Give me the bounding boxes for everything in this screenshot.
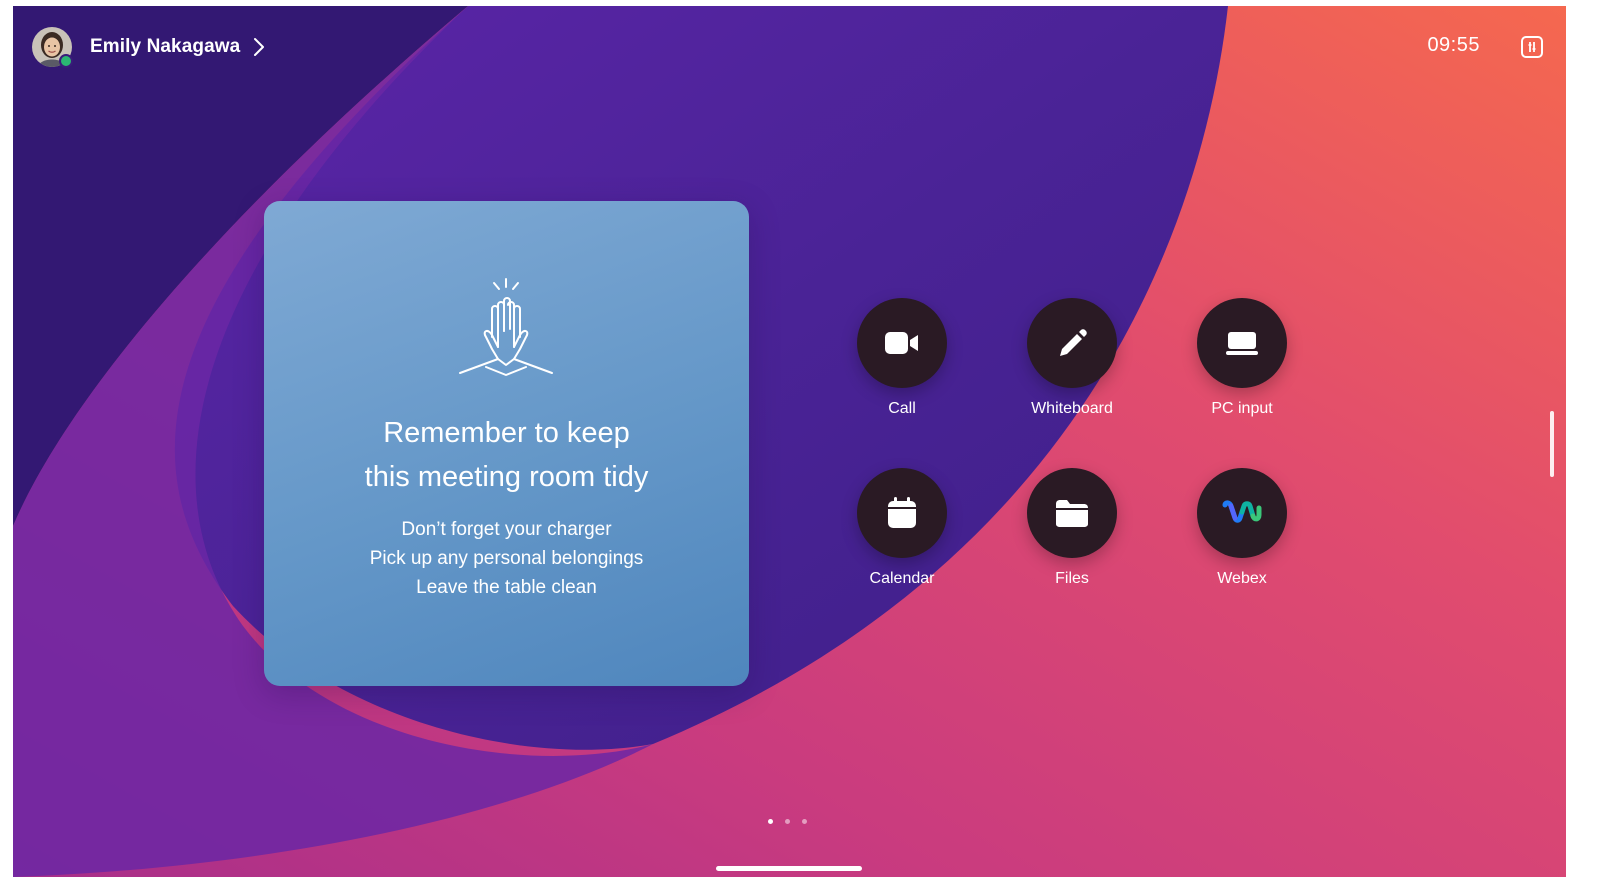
- app-label: Call: [888, 400, 916, 417]
- wallpaper: [13, 6, 1566, 877]
- app-label: Calendar: [869, 570, 935, 587]
- whiteboard-app-button[interactable]: Whiteboard: [1002, 298, 1142, 418]
- chevron-right-icon: [254, 38, 265, 56]
- user-name: Emily Nakagawa: [90, 36, 241, 57]
- files-app-icon-circle: [1027, 468, 1117, 558]
- call-app-icon-circle: [857, 298, 947, 388]
- tidy-reminder-card: Remember to keep this meeting room tidy …: [264, 201, 749, 686]
- page-dot-3[interactable]: [802, 819, 807, 824]
- card-title: Remember to keep this meeting room tidy: [264, 411, 749, 499]
- home-screen: Emily Nakagawa 09:55 Remember to keep th…: [13, 6, 1566, 877]
- video-camera-icon: [885, 332, 918, 354]
- app-label: Files: [1055, 570, 1089, 587]
- whiteboard-app-icon-circle: [1027, 298, 1117, 388]
- checklist-item: Don’t forget your charger: [401, 519, 612, 540]
- high-five-icon: [459, 278, 553, 376]
- calendar-icon: [888, 497, 916, 528]
- folder-icon: [1056, 500, 1088, 527]
- webex-icon: [1222, 500, 1262, 523]
- card-title-line-2: this meeting room tidy: [364, 461, 649, 493]
- sliders-icon: [1528, 42, 1536, 52]
- home-indicator-bar[interactable]: [716, 866, 862, 871]
- user-profile-button[interactable]: Emily Nakagawa: [32, 26, 266, 68]
- page-indicator: [768, 819, 807, 824]
- presence-indicator: [59, 54, 73, 68]
- app-label: Webex: [1217, 570, 1267, 587]
- pencil-icon: [1060, 329, 1087, 356]
- checklist-item: Pick up any personal belongings: [369, 548, 644, 569]
- device-controls-button[interactable]: [1521, 36, 1543, 58]
- laptop-icon: [1226, 332, 1258, 355]
- calendar-app-button[interactable]: Calendar: [832, 468, 972, 588]
- clock: 09:55: [1427, 34, 1480, 56]
- card-title-line-1: Remember to keep: [383, 417, 630, 449]
- card-checklist: Don’t forget your charger Pick up any pe…: [264, 515, 749, 602]
- call-app-button[interactable]: Call: [832, 298, 972, 418]
- checklist-item: Leave the table clean: [416, 577, 597, 598]
- page-dot-1[interactable]: [768, 819, 773, 824]
- calendar-app-icon-circle: [857, 468, 947, 558]
- pc-input-app-button[interactable]: PC input: [1172, 298, 1312, 418]
- pc-input-app-icon-circle: [1197, 298, 1287, 388]
- avatar: [32, 27, 73, 68]
- side-drawer-handle[interactable]: [1550, 411, 1554, 477]
- webex-app-button[interactable]: Webex: [1172, 468, 1312, 588]
- app-label: Whiteboard: [1031, 400, 1113, 417]
- app-label: PC input: [1211, 400, 1273, 417]
- page-dot-2[interactable]: [785, 819, 790, 824]
- files-app-button[interactable]: Files: [1002, 468, 1142, 588]
- webex-app-icon-circle: [1197, 468, 1287, 558]
